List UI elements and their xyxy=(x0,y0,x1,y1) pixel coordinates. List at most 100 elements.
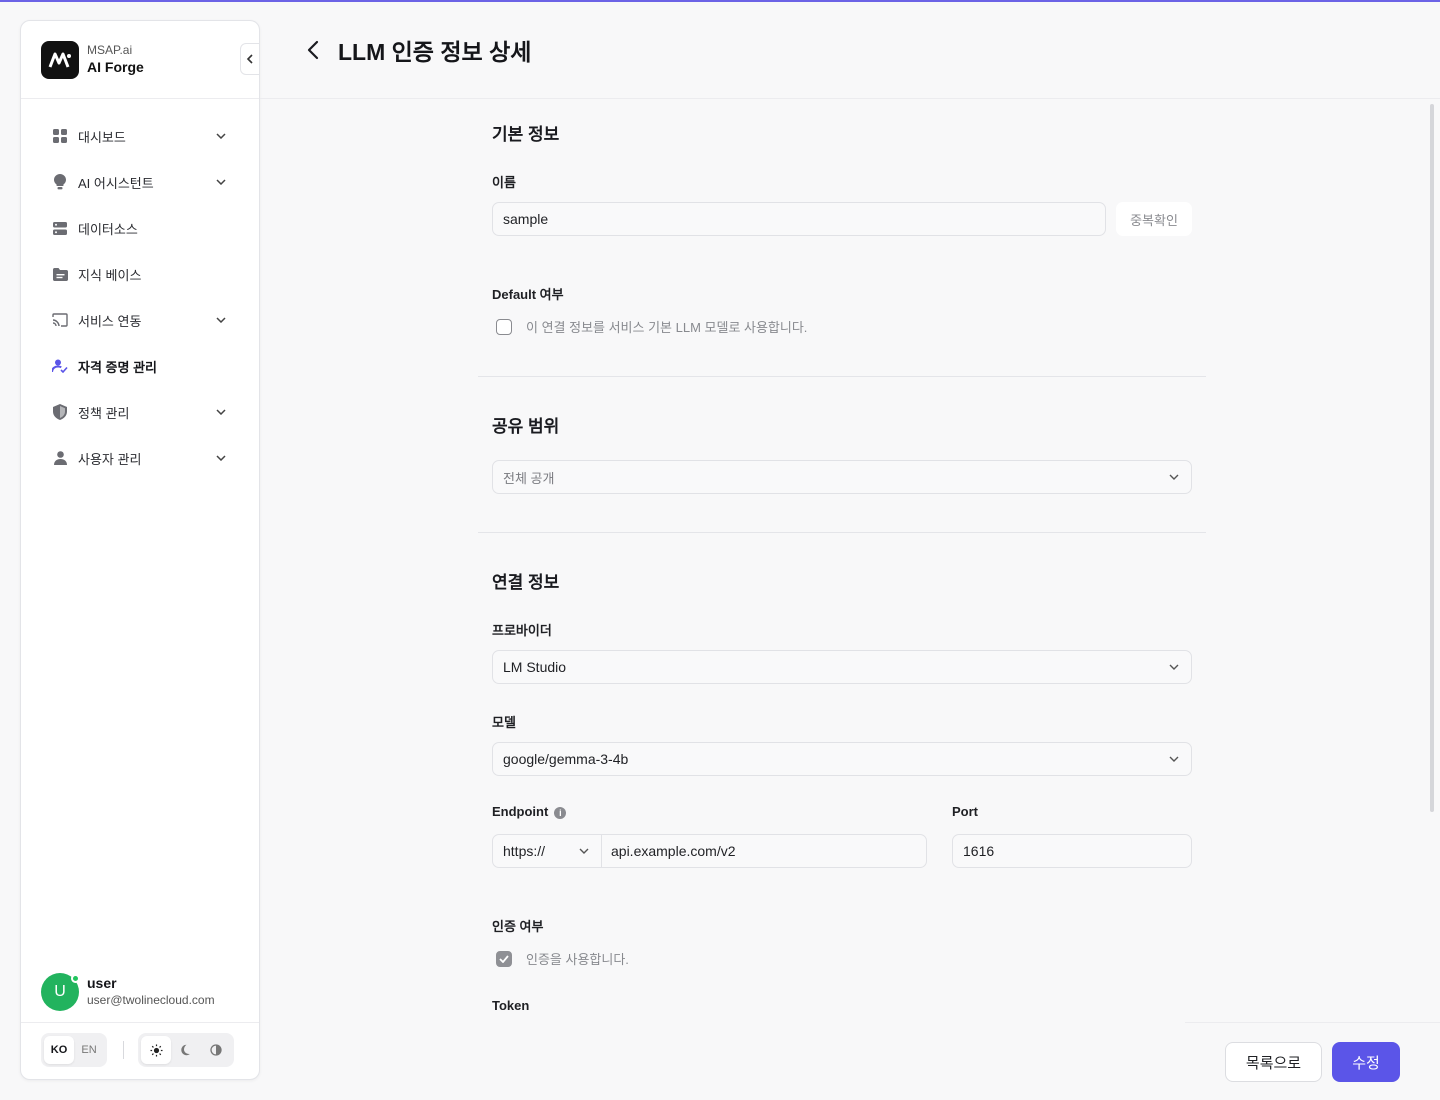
sidebar-item-dashboard[interactable]: 대시보드 xyxy=(21,113,259,159)
sidebar-nav: 대시보드 AI 어시스턴트 데이터소스 지식 베이스 서비스 연동 자격 증명 … xyxy=(21,99,259,481)
model-value: google/gemma-3-4b xyxy=(503,751,629,767)
sidebar-item-label: AI 어시스턴트 xyxy=(78,175,154,191)
edit-button[interactable]: 수정 xyxy=(1332,1042,1400,1082)
chevron-down-icon xyxy=(215,176,227,188)
sidebar-item-datasource[interactable]: 데이터소스 xyxy=(21,205,259,251)
sidebar-item-user-management[interactable]: 사용자 관리 xyxy=(21,435,259,481)
auth-checkbox-label: 인증을 사용합니다. xyxy=(526,952,629,967)
chevron-down-icon xyxy=(1169,474,1179,480)
sidebar-item-label: 지식 베이스 xyxy=(78,267,142,283)
port-input[interactable]: 1616 xyxy=(952,834,1192,868)
language-switcher: KO EN xyxy=(41,1033,107,1067)
divider xyxy=(123,1041,124,1059)
section-title-share: 공유 범위 xyxy=(492,417,560,436)
section-title-basic: 기본 정보 xyxy=(492,125,560,144)
model-label: 모델 xyxy=(492,715,516,730)
sidebar-item-label: 대시보드 xyxy=(78,129,126,145)
share-scope-select[interactable]: 전체 공개 xyxy=(492,460,1192,494)
endpoint-label-row: Endpoint i xyxy=(492,804,567,819)
sidebar-item-policy[interactable]: 정책 관리 xyxy=(21,389,259,435)
endpoint-field: https:// api.example.com/v2 xyxy=(492,834,927,868)
endpoint-label: Endpoint xyxy=(492,804,549,819)
scrollbar[interactable] xyxy=(1430,104,1434,812)
section-title-connection: 연결 정보 xyxy=(492,573,560,592)
avatar-initial: U xyxy=(54,982,66,1000)
dashboard-icon xyxy=(52,128,68,144)
back-button[interactable] xyxy=(302,39,324,61)
theme-light-button[interactable] xyxy=(141,1036,171,1064)
chevron-down-icon xyxy=(579,848,589,854)
shield-icon xyxy=(52,404,68,420)
port-label: Port xyxy=(952,804,978,819)
brand-logo-icon xyxy=(41,40,79,79)
brand-subtitle: MSAP.ai xyxy=(87,43,133,57)
checkmark-icon xyxy=(499,954,509,963)
info-icon[interactable]: i xyxy=(554,806,567,819)
sidebar-item-label: 정책 관리 xyxy=(78,405,130,421)
brand: MSAP.ai AI Forge xyxy=(21,21,260,99)
sun-icon xyxy=(149,1043,163,1057)
online-status-dot xyxy=(71,973,80,983)
sidebar: MSAP.ai AI Forge 대시보드 AI 어시스턴트 데이터소스 지식 … xyxy=(20,20,260,1080)
sidebar-bottom-controls: KO EN xyxy=(41,1033,234,1067)
default-checkbox-row[interactable]: 이 연결 정보를 서비스 기본 LLM 모델로 사용합니다. xyxy=(496,317,807,336)
duplicate-check-button[interactable]: 중복확인 xyxy=(1116,202,1192,236)
folder-icon xyxy=(52,266,68,282)
chevron-down-icon xyxy=(215,130,227,142)
section-divider xyxy=(478,532,1206,533)
theme-switcher xyxy=(138,1033,234,1067)
protocol-select[interactable]: https:// xyxy=(493,835,602,867)
provider-select[interactable]: LM Studio xyxy=(492,650,1192,684)
chevron-down-icon xyxy=(215,314,227,326)
page-title: LLM 인증 정보 상세 xyxy=(338,39,532,65)
section-divider xyxy=(478,376,1206,377)
back-to-list-button[interactable]: 목록으로 xyxy=(1225,1042,1322,1082)
person-icon xyxy=(52,450,68,466)
default-checkbox[interactable] xyxy=(496,318,512,335)
chevron-down-icon xyxy=(1169,756,1179,762)
sidebar-item-label: 자격 증명 관리 xyxy=(78,359,157,375)
user-profile[interactable]: U user user@twolinecloud.com xyxy=(21,961,259,1023)
sidebar-item-credentials[interactable]: 자격 증명 관리 xyxy=(21,343,259,389)
chevron-left-icon xyxy=(246,54,253,64)
user-name: user xyxy=(87,975,117,991)
token-label: Token xyxy=(492,998,530,1013)
default-checkbox-label: 이 연결 정보를 서비스 기본 LLM 모델로 사용합니다. xyxy=(526,320,808,335)
brand-title: AI Forge xyxy=(87,59,144,75)
sidebar-item-knowledge-base[interactable]: 지식 베이스 xyxy=(21,251,259,297)
theme-system-button[interactable] xyxy=(201,1036,231,1064)
sidebar-item-label: 사용자 관리 xyxy=(78,451,142,467)
bulb-icon xyxy=(52,174,68,190)
auth-checkbox-row[interactable]: 인증을 사용합니다. xyxy=(496,949,629,968)
auth-checkbox[interactable] xyxy=(496,950,512,967)
endpoint-input[interactable]: api.example.com/v2 xyxy=(602,835,926,867)
lang-ko-button[interactable]: KO xyxy=(44,1036,74,1064)
contrast-icon xyxy=(210,1044,222,1056)
theme-dark-button[interactable] xyxy=(171,1036,201,1064)
provider-label: 프로바이더 xyxy=(492,623,552,638)
page-header: LLM 인증 정보 상세 xyxy=(260,2,1440,99)
protocol-value: https:// xyxy=(503,843,546,859)
moon-icon xyxy=(181,1044,190,1056)
sidebar-item-service-integration[interactable]: 서비스 연동 xyxy=(21,297,259,343)
sidebar-item-label: 서비스 연동 xyxy=(78,313,142,329)
name-label: 이름 xyxy=(492,175,516,190)
cast-icon xyxy=(52,312,68,328)
chevron-left-icon xyxy=(307,40,319,60)
user-check-icon xyxy=(52,358,68,374)
chevron-down-icon xyxy=(1169,664,1179,670)
lang-en-button[interactable]: EN xyxy=(74,1036,104,1064)
avatar: U xyxy=(41,972,80,1011)
auth-label: 인증 여부 xyxy=(492,919,544,934)
sidebar-item-ai-assistant[interactable]: AI 어시스턴트 xyxy=(21,159,259,205)
chevron-down-icon xyxy=(215,406,227,418)
default-label: Default 여부 xyxy=(492,287,564,302)
provider-value: LM Studio xyxy=(503,659,567,675)
model-select[interactable]: google/gemma-3-4b xyxy=(492,742,1192,776)
chevron-down-icon xyxy=(215,452,227,464)
server-icon xyxy=(52,220,68,236)
sidebar-item-label: 데이터소스 xyxy=(78,221,138,237)
name-input[interactable]: sample xyxy=(492,202,1106,236)
sidebar-collapse-button[interactable] xyxy=(240,43,260,75)
user-email: user@twolinecloud.com xyxy=(87,993,215,1007)
